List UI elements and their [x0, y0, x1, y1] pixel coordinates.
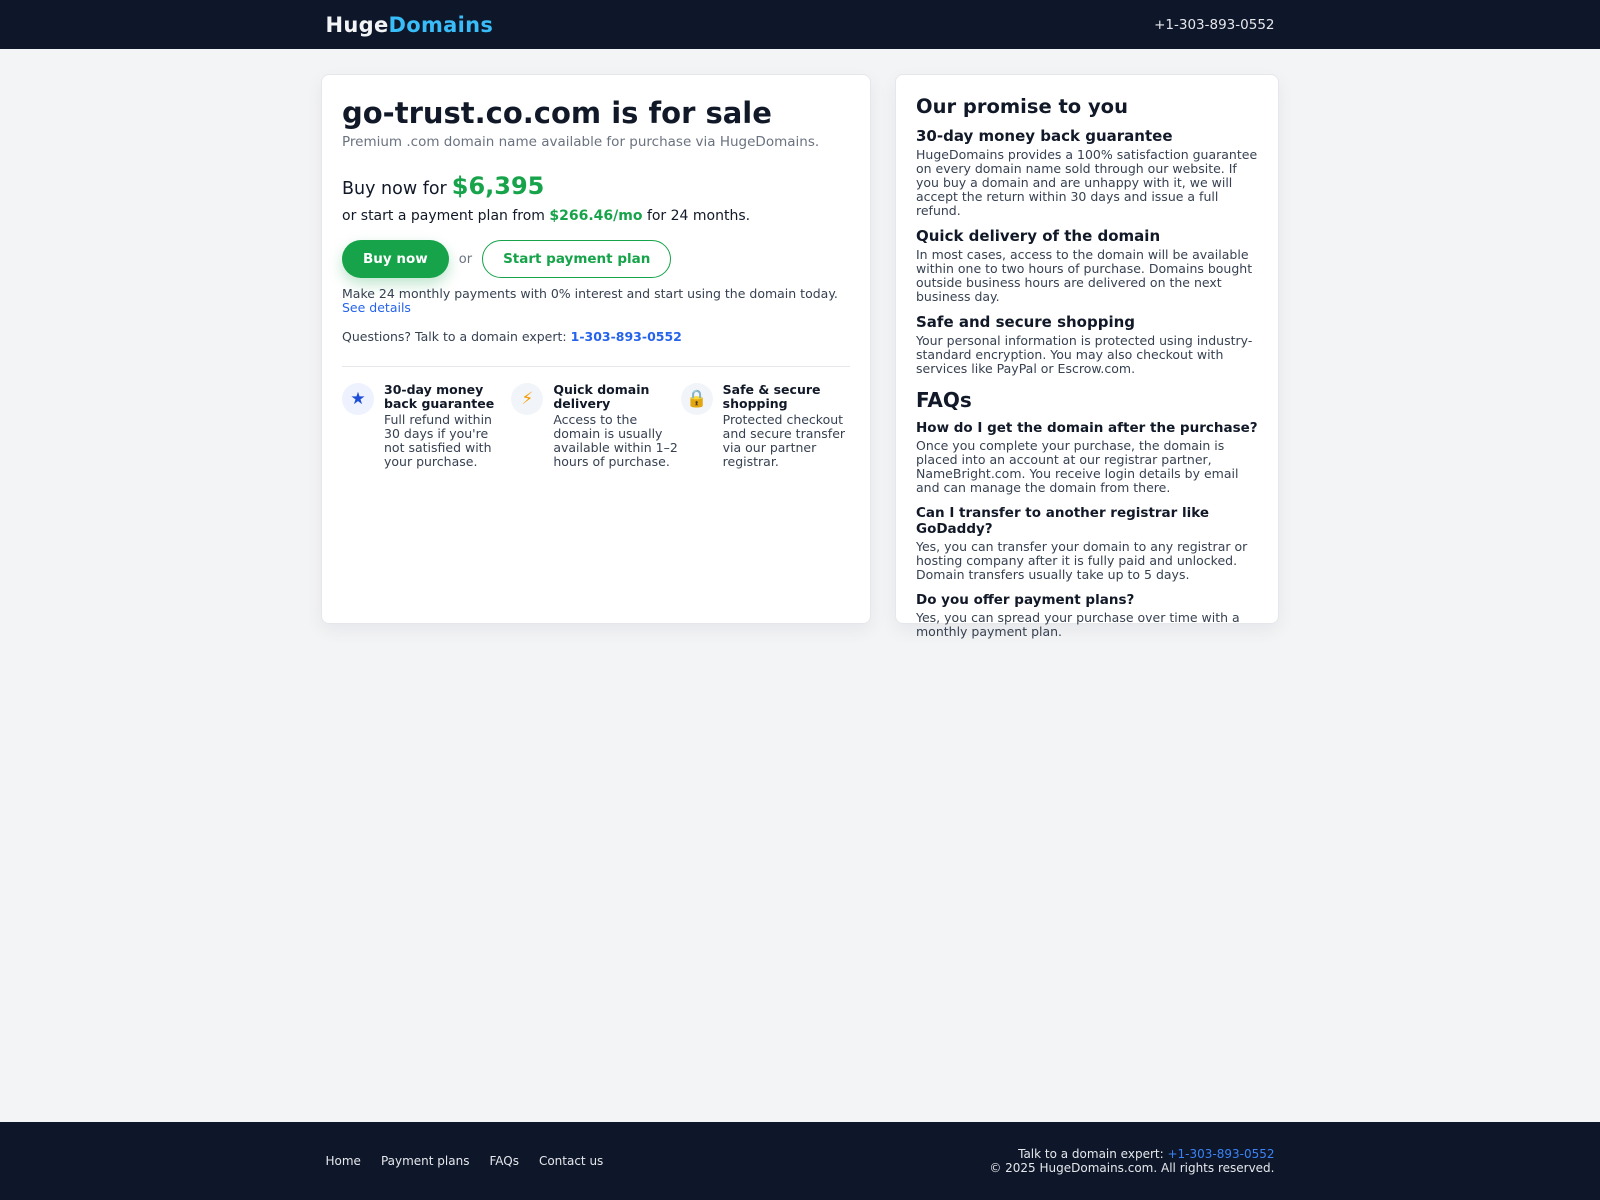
promise-item-text: Your personal information is protected u… [916, 333, 1253, 376]
header-phone-link[interactable]: +1-303-893-0552 [1154, 17, 1274, 33]
purchase-actions: Buy now or Start payment plan [342, 240, 850, 279]
plan-suffix: for 24 months. [646, 208, 751, 225]
see-details-link[interactable]: See details [342, 300, 411, 315]
lightning-icon: ⚡ [511, 383, 544, 416]
promise-item-text: HugeDomains provides a 100% satisfaction… [916, 147, 1258, 218]
payment-plan-line: or start a payment plan from $266.46/mo … [342, 208, 850, 224]
feature-item: ★ 30-day money back guarantee Full refun… [342, 383, 511, 469]
faq-answer: Once you complete your purchase, the dom… [916, 438, 1239, 495]
questions-line: Questions? Talk to a domain expert: 1-30… [342, 329, 850, 344]
payment-note-text: Make 24 monthly payments with 0% interes… [342, 286, 838, 302]
promise-card: Our promise to you 30-day money back gua… [895, 74, 1279, 639]
faq-answer: Yes, you can transfer your domain to any… [916, 539, 1248, 582]
feature-title: Quick domain delivery [553, 382, 650, 412]
footer-expert-text: Talk to a domain expert: [1018, 1147, 1164, 1161]
page-title: go-trust.co.com is for sale [342, 96, 772, 130]
questions-text: Questions? Talk to a domain expert: [342, 329, 567, 345]
expert-phone-link[interactable]: 1-303-893-0552 [571, 329, 682, 344]
footer-expert-line: Talk to a domain expert: +1-303-893-0552 [989, 1147, 1274, 1161]
faq-list: How do I get the domain after the purcha… [916, 420, 1258, 639]
feature-desc: Protected checkout and secure transfer v… [722, 412, 846, 470]
promise-item-title: Quick delivery of the domain [916, 227, 1161, 245]
payment-note: Make 24 monthly payments with 0% interes… [342, 287, 850, 315]
footer-link-contact[interactable]: Contact us [539, 1154, 603, 1168]
plan-prefix: or start a payment plan from [342, 208, 545, 225]
footer-link-payment-plans[interactable]: Payment plans [381, 1154, 470, 1168]
footer-link-faqs[interactable]: FAQs [489, 1154, 519, 1168]
price: $6,395 [451, 172, 545, 201]
promise-item-title: Safe and secure shopping [916, 313, 1136, 331]
listing-subtitle: Premium .com domain name available for p… [342, 134, 820, 151]
star-icon: ★ [342, 383, 374, 416]
top-navbar: HugeDomains +1-303-893-0552 [0, 0, 1600, 49]
feature-desc: Full refund within 30 days if you're not… [384, 412, 492, 470]
buy-now-button[interactable]: Buy now [342, 240, 449, 279]
listing-card: go-trust.co.com is for sale Premium .com… [321, 74, 871, 624]
feature-item: ⚡ Quick domain delivery Access to the do… [511, 383, 680, 469]
faq-question: Do you offer payment plans? [916, 592, 1135, 608]
promise-item-title: 30-day money back guarantee [916, 127, 1173, 145]
promise-heading: Our promise to you [916, 95, 1128, 118]
logo-huge: Huge [325, 12, 389, 37]
start-payment-plan-button[interactable]: Start payment plan [482, 240, 672, 279]
copyright: © 2025 HugeDomains.com. All rights reser… [989, 1161, 1275, 1175]
footer-phone-link[interactable]: +1-303-893-0552 [1167, 1147, 1274, 1161]
footer-nav: Home Payment plans FAQs Contact us [326, 1154, 624, 1168]
divider [342, 366, 850, 368]
buy-prefix: Buy now for [342, 179, 447, 200]
monthly-price: $266.46/mo [549, 208, 643, 225]
faq-answer: Yes, you can spread your purchase over t… [916, 610, 1240, 639]
feature-title: Safe & secure shopping [722, 382, 821, 412]
feature-list: ★ 30-day money back guarantee Full refun… [342, 383, 850, 469]
promise-item-text: In most cases, access to the domain will… [916, 247, 1253, 304]
or-separator: or [458, 251, 473, 267]
faq-question: How do I get the domain after the purcha… [916, 420, 1258, 436]
lock-icon: 🔒 [680, 383, 713, 416]
faq-question: Can I transfer to another registrar like… [916, 505, 1210, 537]
logo[interactable]: HugeDomains [326, 13, 494, 37]
feature-desc: Access to the domain is usually availabl… [553, 412, 678, 470]
footer: Home Payment plans FAQs Contact us Talk … [0, 1122, 1600, 1200]
feature-item: 🔒 Safe & secure shopping Protected check… [680, 382, 850, 470]
footer-link-home[interactable]: Home [326, 1154, 361, 1168]
feature-title: 30-day money back guarantee [384, 382, 495, 412]
footer-contact: Talk to a domain expert: +1-303-893-0552… [989, 1147, 1274, 1175]
faqs-heading: FAQs [916, 388, 972, 412]
logo-domains: Domains [388, 12, 494, 37]
price-line: Buy now for $6,395 [342, 172, 850, 200]
